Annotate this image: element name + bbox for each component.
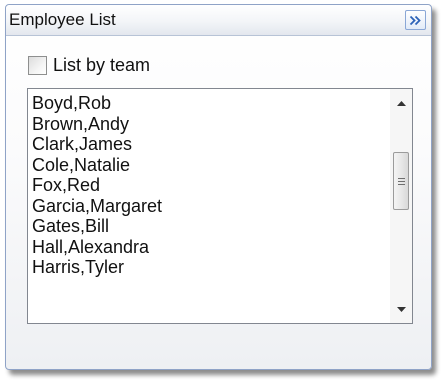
list-by-team-option[interactable]: List by team [28, 54, 150, 76]
double-chevron-right-icon [409, 15, 421, 25]
vertical-scrollbar[interactable] [390, 89, 412, 323]
list-item[interactable]: Hall,Alexandra [32, 237, 388, 258]
list-item[interactable]: Fox,Red [32, 175, 388, 196]
scroll-up-button[interactable] [390, 93, 412, 113]
list-item[interactable]: Garcia,Margaret [32, 196, 388, 217]
scroll-down-button[interactable] [390, 299, 412, 319]
scroll-thumb[interactable] [393, 152, 409, 210]
employee-list-panel: Employee List List by team Boyd,Rob Brow… [5, 4, 432, 370]
list-item[interactable]: Harris,Tyler [32, 257, 388, 278]
list-by-team-checkbox[interactable] [28, 55, 47, 75]
employee-items: Boyd,Rob Brown,Andy Clark,James Cole,Nat… [32, 93, 388, 278]
list-item[interactable]: Gates,Bill [32, 216, 388, 237]
arrow-up-icon [396, 100, 406, 106]
employee-listbox[interactable]: Boyd,Rob Brown,Andy Clark,James Cole,Nat… [27, 88, 413, 324]
list-item[interactable]: Boyd,Rob [32, 93, 388, 114]
panel-header: Employee List [6, 5, 431, 36]
list-item[interactable]: Clark,James [32, 134, 388, 155]
collapse-button[interactable] [405, 10, 426, 30]
list-by-team-label[interactable]: List by team [53, 55, 150, 76]
grip-icon [397, 176, 405, 187]
panel-title: Employee List [9, 10, 116, 29]
list-item[interactable]: Brown,Andy [32, 114, 388, 135]
arrow-down-icon [396, 306, 406, 312]
list-item[interactable]: Cole,Natalie [32, 155, 388, 176]
